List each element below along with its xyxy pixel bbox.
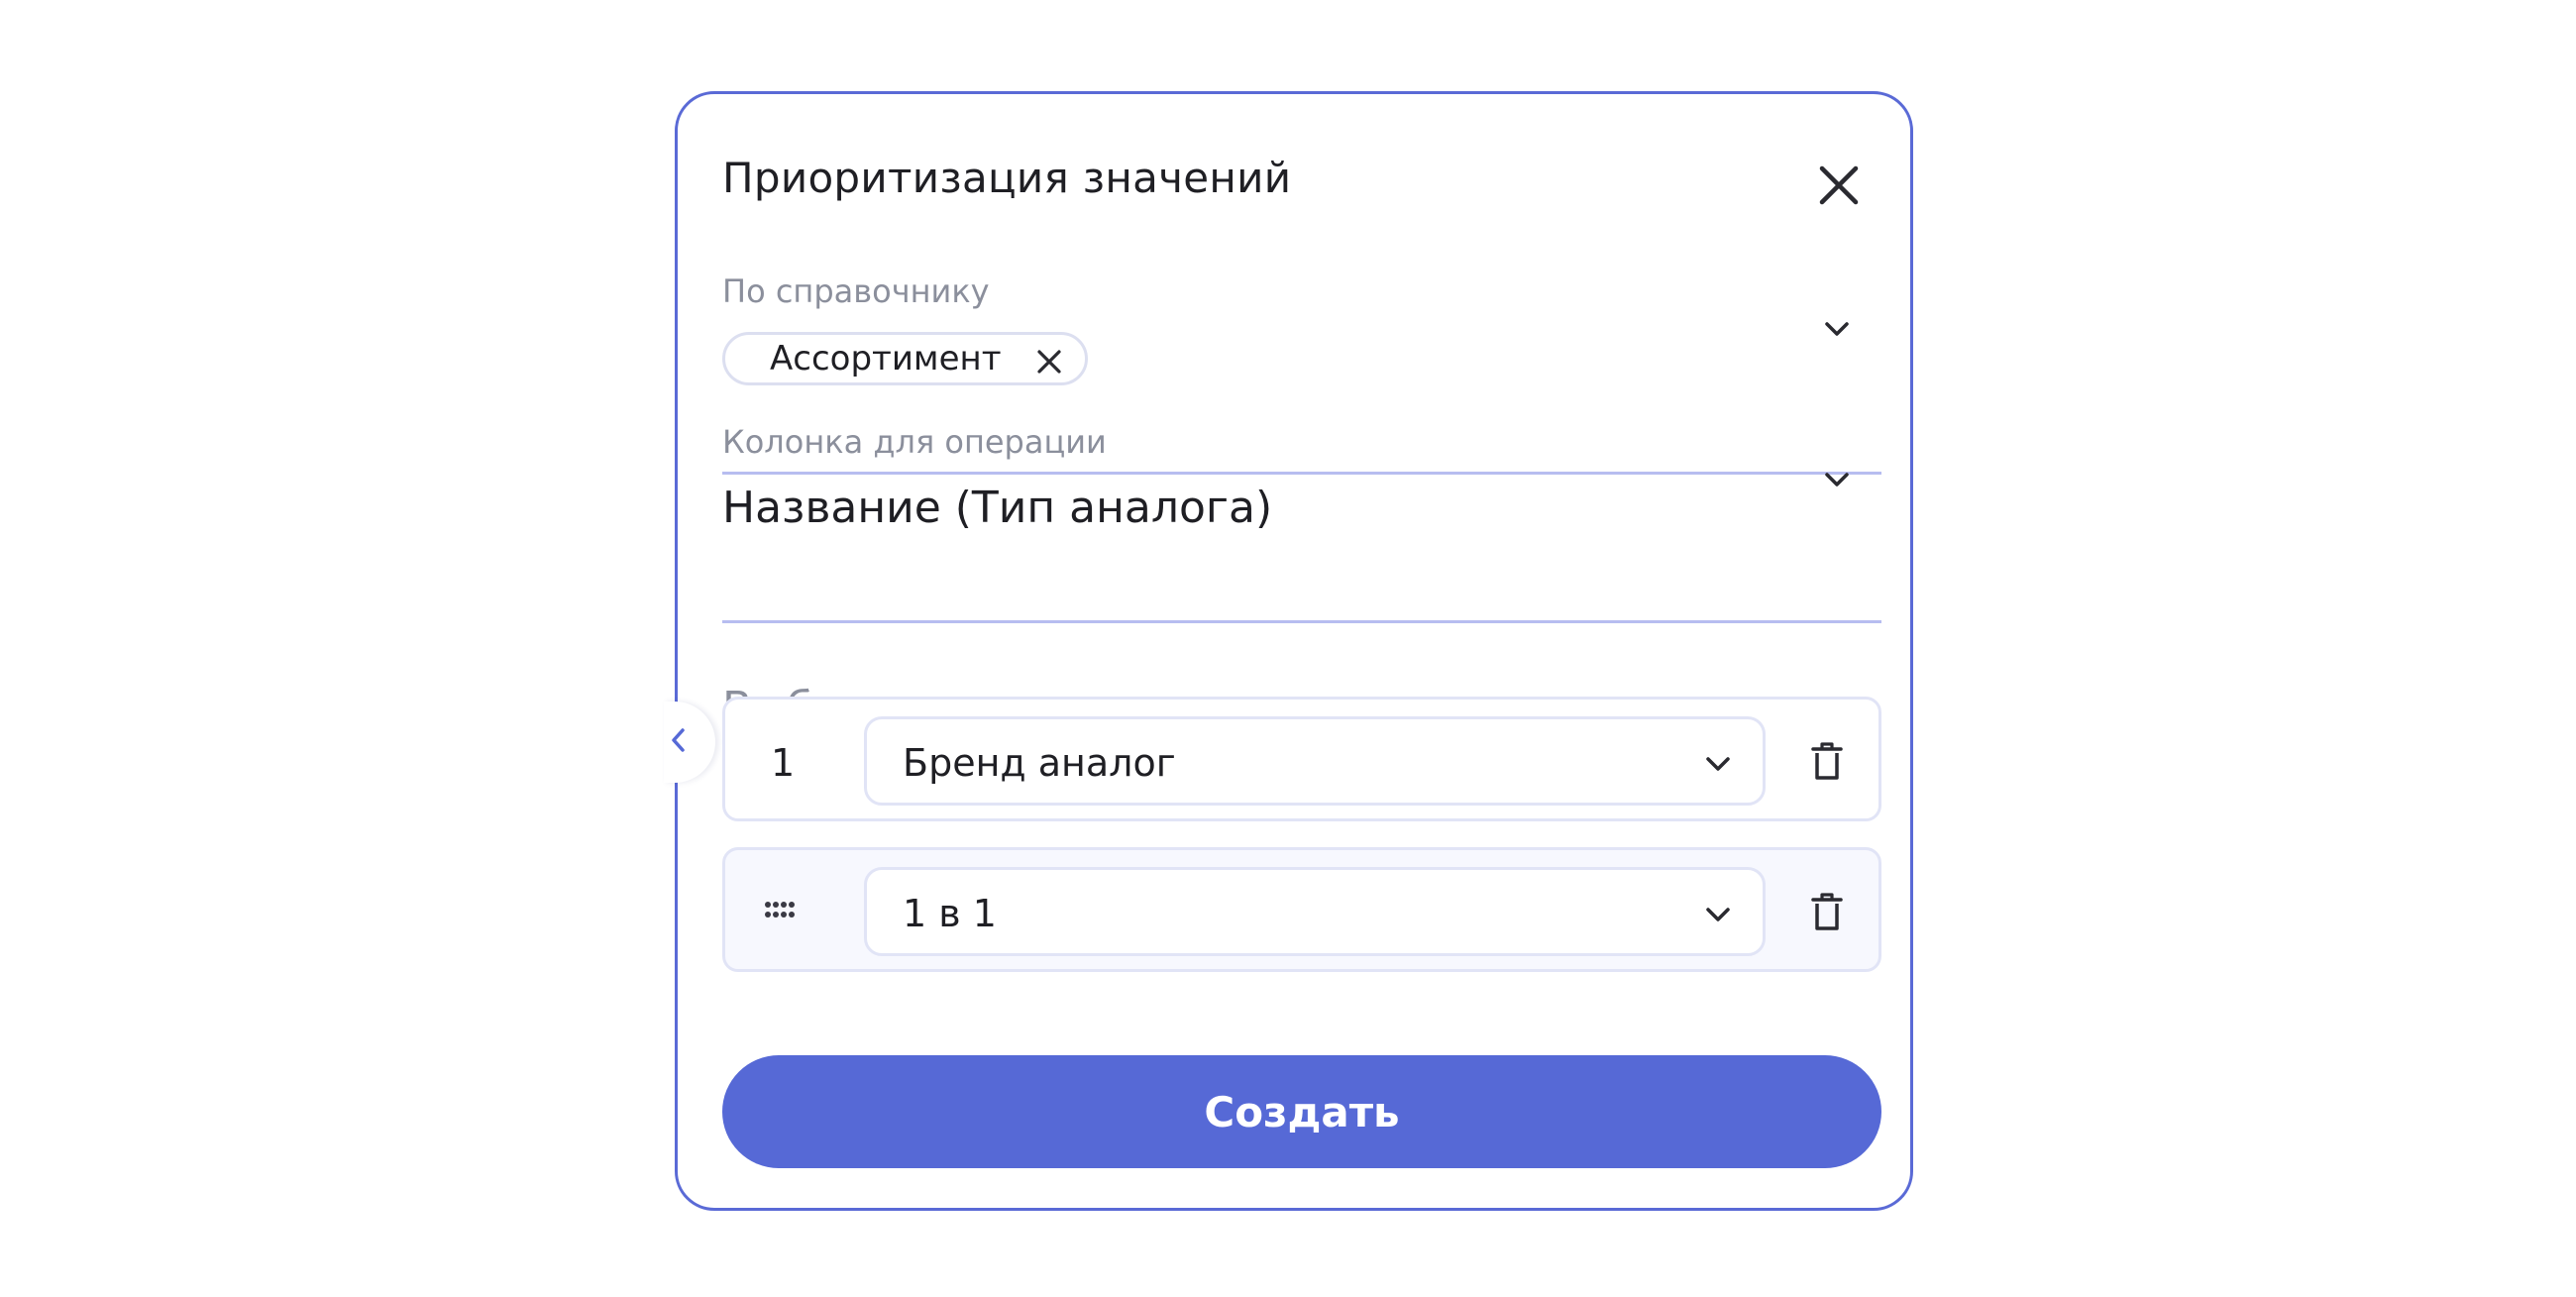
priority-value-select[interactable]: 1 в 1	[864, 867, 1766, 956]
trash-icon[interactable]	[1807, 739, 1847, 783]
rank-number: 1	[771, 741, 796, 785]
reference-label: По справочнику	[722, 272, 990, 310]
chip-label: Ассортимент	[770, 339, 1002, 378]
select-value: Бренд аналог	[903, 741, 1176, 785]
close-icon[interactable]	[1035, 345, 1063, 374]
chevron-left-icon	[668, 725, 690, 759]
column-select[interactable]: Колонка для операции Название (Тип анало…	[722, 423, 1881, 623]
priority-row: 1 Бренд аналог	[722, 697, 1881, 821]
close-icon[interactable]	[1812, 159, 1866, 212]
priority-row[interactable]: 1 в 1	[722, 847, 1881, 972]
column-value: Название (Тип аналога)	[722, 483, 1273, 533]
dialog-title: Приоритизация значений	[722, 154, 1292, 202]
column-label: Колонка для операции	[722, 423, 1107, 461]
side-toggle[interactable]	[664, 702, 715, 783]
reference-chip: Ассортимент	[722, 332, 1088, 385]
chevron-down-icon[interactable]	[1820, 463, 1854, 496]
chevron-down-icon[interactable]	[1701, 898, 1735, 931]
create-button[interactable]: Создать	[722, 1055, 1881, 1168]
priority-value-select[interactable]: Бренд аналог	[864, 716, 1766, 806]
trash-icon[interactable]	[1807, 890, 1847, 933]
prioritization-dialog: Приоритизация значений По справочнику Ас…	[664, 91, 1913, 1211]
select-value: 1 в 1	[903, 892, 997, 935]
chevron-down-icon[interactable]	[1701, 747, 1735, 781]
chevron-down-icon[interactable]	[1820, 312, 1854, 346]
drag-handle-icon[interactable]	[763, 898, 797, 923]
